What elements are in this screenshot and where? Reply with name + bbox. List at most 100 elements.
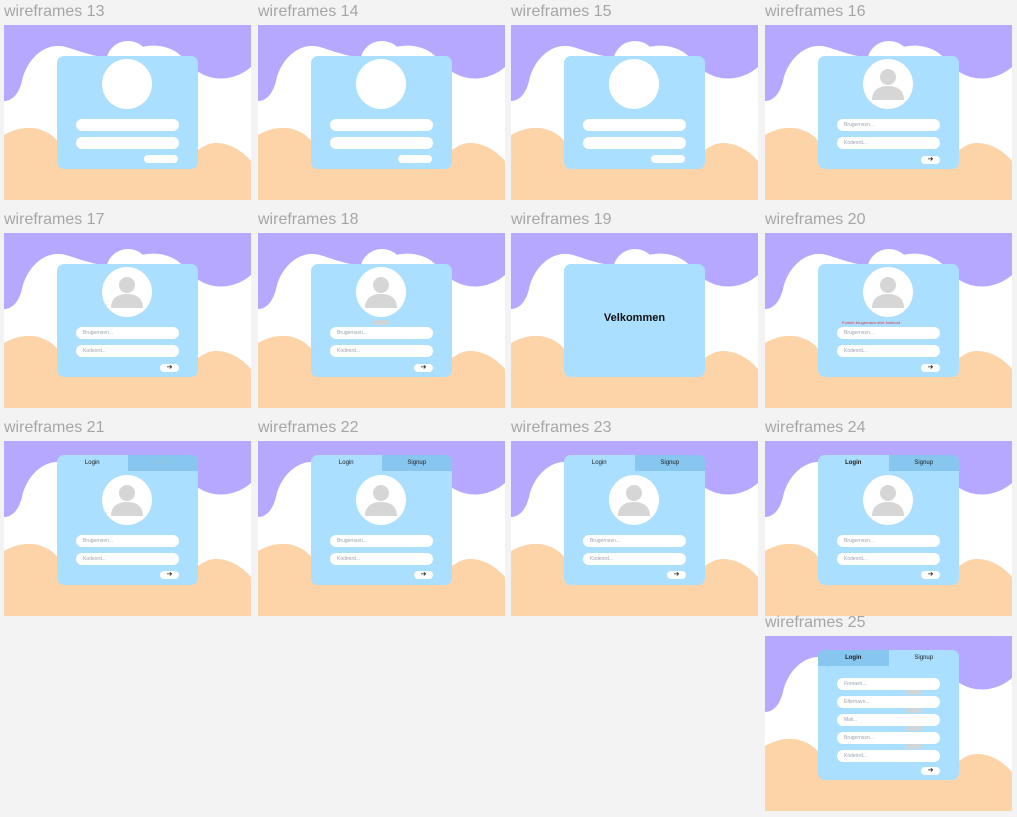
submit-button[interactable] [398, 155, 432, 163]
password-input[interactable] [583, 137, 686, 149]
wireframe-frame: Login Signup Brugernavn... Kodeord... ➔ [258, 441, 505, 616]
avatar [102, 267, 152, 317]
password-input[interactable]: Kodeord... [76, 345, 179, 357]
wireframe-frame: Login Signup Brugernavn... Kodeord... ➔ [4, 441, 251, 616]
username-input[interactable]: Brugernavn... [837, 732, 940, 744]
wireframe-frame [258, 25, 505, 200]
frame-title: wireframes 24 [765, 419, 866, 436]
username-input[interactable] [330, 119, 433, 131]
input-cursor-marker [906, 744, 922, 749]
input-cursor-marker [906, 708, 922, 713]
user-silhouette-icon [872, 277, 904, 308]
username-input[interactable]: Brugernavn... [330, 327, 433, 339]
user-silhouette-icon [111, 485, 143, 516]
welcome-heading: Velkommen [603, 312, 666, 324]
avatar [863, 475, 913, 525]
wireframe-frame: Velkommen [511, 233, 758, 408]
tab-signup[interactable]: Signup [634, 455, 705, 471]
avatar [356, 475, 406, 525]
password-input[interactable]: Kodeord... [837, 345, 940, 357]
login-card [311, 56, 452, 169]
user-silhouette-icon [365, 485, 397, 516]
last-name-input[interactable]: Efternavn... [837, 696, 940, 708]
frame-title: wireframes 16 [765, 3, 866, 20]
avatar [609, 475, 659, 525]
tab-signup[interactable]: Signup [381, 455, 452, 471]
login-card [57, 56, 198, 169]
submit-arrow-button[interactable]: ➔ [921, 767, 940, 775]
submit-arrow-button[interactable]: ➔ [414, 364, 433, 372]
signup-card: Login Signup Fornavn... Efternavn... Mail...… [818, 650, 959, 780]
password-input[interactable] [76, 137, 179, 149]
input-cursor-marker [373, 320, 389, 325]
tab-login[interactable]: Login [311, 455, 382, 471]
username-input[interactable]: Brugernavn... [837, 535, 940, 547]
error-message: Forkert brugernavn eller kodeord [842, 320, 901, 325]
submit-button[interactable] [144, 155, 178, 163]
password-input[interactable] [330, 137, 433, 149]
wireframe-frame [4, 25, 251, 200]
login-card [564, 56, 705, 169]
user-silhouette-icon [872, 69, 904, 100]
avatar [102, 475, 152, 525]
frame-title: wireframes 17 [4, 211, 105, 228]
tab-login[interactable]: Login [564, 455, 635, 471]
login-card: Brugernavn... Kodeord... ➔ [57, 264, 198, 377]
password-input[interactable]: Kodeord... [837, 137, 940, 149]
tab-login[interactable]: Login [57, 455, 128, 471]
login-card: Brugernavn... Kodeord... ➔ [818, 56, 959, 169]
username-input[interactable]: Brugernavn... [330, 535, 433, 547]
frame-title: wireframes 25 [765, 614, 866, 631]
login-card: Login Signup Brugernavn... Kodeord... ➔ [311, 455, 452, 585]
avatar [863, 59, 913, 109]
submit-arrow-button[interactable]: ➔ [160, 571, 179, 579]
username-input[interactable]: Brugernavn... [837, 327, 940, 339]
avatar [356, 267, 406, 317]
welcome-card: Velkommen [564, 264, 705, 377]
wireframe-frame: Brugernavn... Kodeord... ➔ [258, 233, 505, 408]
password-input[interactable]: Kodeord... [837, 750, 940, 762]
tab-login[interactable]: Login [818, 455, 889, 471]
tab-login[interactable]: Login [818, 650, 889, 666]
first-name-input[interactable]: Fornavn... [837, 678, 940, 690]
frame-title: wireframes 19 [511, 211, 612, 228]
submit-arrow-button[interactable]: ➔ [414, 571, 433, 579]
password-input[interactable]: Kodeord... [837, 553, 940, 565]
username-input[interactable]: Brugernavn... [76, 535, 179, 547]
avatar [609, 59, 659, 109]
login-card: Brugernavn... Kodeord... ➔ [311, 264, 452, 377]
user-silhouette-icon [872, 485, 904, 516]
login-card: Login Signup Brugernavn... Kodeord... ➔ [57, 455, 198, 585]
password-input[interactable]: Kodeord... [330, 345, 433, 357]
tab-signup[interactable]: Signup [127, 455, 198, 471]
frame-title: wireframes 14 [258, 3, 359, 20]
submit-arrow-button[interactable]: ➔ [667, 571, 686, 579]
wireframe-frame: Login Signup Fornavn... Efternavn... Mail...… [765, 636, 1012, 811]
username-input[interactable]: Brugernavn... [837, 119, 940, 131]
avatar [102, 59, 152, 109]
wireframe-frame [511, 25, 758, 200]
password-input[interactable]: Kodeord... [330, 553, 433, 565]
submit-arrow-button[interactable]: ➔ [921, 571, 940, 579]
submit-button[interactable] [651, 155, 685, 163]
frame-title: wireframes 23 [511, 419, 612, 436]
password-input[interactable]: Kodeord... [583, 553, 686, 565]
submit-arrow-button[interactable]: ➔ [921, 156, 940, 164]
submit-arrow-button[interactable]: ➔ [921, 364, 940, 372]
tab-signup[interactable]: Signup [888, 455, 959, 471]
username-input[interactable]: Brugernavn... [76, 327, 179, 339]
wireframe-frame: Login Signup Brugernavn... Kodeord... ➔ [511, 441, 758, 616]
wireframe-frame: Brugernavn... Kodeord... ➔ Forkert brugerna… [765, 233, 1012, 408]
username-input[interactable] [76, 119, 179, 131]
login-card: Brugernavn... Kodeord... ➔ Forkert brugerna… [818, 264, 959, 377]
tab-signup[interactable]: Signup [888, 650, 959, 666]
wireframe-frame: Brugernavn... Kodeord... ➔ [765, 25, 1012, 200]
frame-title: wireframes 15 [511, 3, 612, 20]
email-input[interactable]: Mail... [837, 714, 940, 726]
wireframe-frame: Login Signup Brugernavn... Kodeord... ➔ [765, 441, 1012, 616]
username-input[interactable] [583, 119, 686, 131]
username-input[interactable]: Brugernavn... [583, 535, 686, 547]
password-input[interactable]: Kodeord... [76, 553, 179, 565]
frame-title: wireframes 13 [4, 3, 105, 20]
submit-arrow-button[interactable]: ➔ [160, 364, 179, 372]
